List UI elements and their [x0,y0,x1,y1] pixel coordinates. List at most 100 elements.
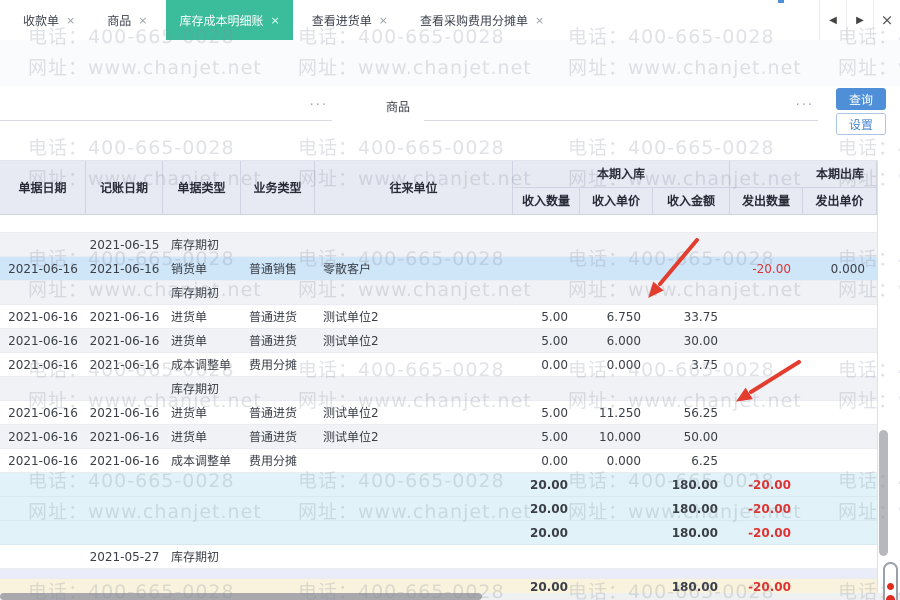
table-cell: 20.00 [530,501,568,516]
toolbar: 导出 刷新 [0,40,900,107]
table-cell: 测试单位2 [323,430,379,444]
table-cell: 成本调整单 [171,358,232,372]
tab-close-icon[interactable]: × [66,14,75,27]
table-cell: 0.000 [830,261,865,276]
table-row[interactable] [0,215,877,233]
table-cell [315,377,513,400]
product-filter-label: 商品 [386,100,411,114]
table-row[interactable]: 20.00 180.00 -20.00 [0,521,877,545]
table-row[interactable]: 2021-06-16 2021-06-16 进货单 普通进货 测试单位2 5.00 6.75… [0,305,877,329]
table-row[interactable]: 2021-06-16 2021-06-16 销货单 普通销售 零散客户 -20.00 0.0… [0,257,877,281]
table-cell: 普通进货 [249,310,298,324]
table-cell [653,233,730,256]
tabs-close-icon[interactable]: × [873,0,900,40]
table-cell: 普通进货 [249,334,298,348]
table-row[interactable]: 2021-06-16 2021-06-16 进货单 普通进货 测试单位2 5.00 11.2… [0,401,877,425]
table-cell [163,521,241,544]
table-cell [0,579,86,594]
settings-button[interactable]: 设置 [836,113,886,135]
table-cell [653,569,730,578]
tabs-scroll-left-icon[interactable]: ◀ [819,0,846,40]
table-cell: 2021-06-15 [89,237,160,252]
product-filter-input[interactable]: ··· [424,96,818,121]
tab-1[interactable]: 收款单 × [10,0,88,40]
table-row[interactable]: 库存期初 [0,377,877,401]
table-row[interactable]: 20.00 180.00 -20.00 [0,579,877,594]
tab-close-icon[interactable]: × [270,14,279,27]
table-cell [580,215,653,232]
table-cell [803,401,877,424]
table-cell: 180.00 [671,525,718,540]
table-cell: 2021-06-16 [8,357,78,372]
table-cell: 成本调整单 [171,454,232,468]
column-header: 发出数量 [730,187,803,214]
recording-indicator [883,562,898,600]
table-cell: -20.00 [748,477,791,492]
table-row[interactable]: 2021-06-16 2021-06-16 进货单 普通进货 测试单位2 5.00 10.0… [0,425,877,449]
table-cell [315,353,513,376]
table-cell: 进货单 [171,430,208,444]
column-header: 收入数量 [513,187,580,214]
tab-close-icon[interactable]: × [138,14,147,27]
table-cell: -20.00 [748,579,791,594]
table-row[interactable]: 2021-06-16 2021-06-16 进货单 普通进货 测试单位2 5.00 6.00… [0,329,877,353]
more-options-icon[interactable]: ··· [310,98,328,113]
tab-5[interactable]: 查看采购费用分摊单 × [407,0,557,40]
table-cell [0,215,86,232]
table-cell: 2021-05-27 [89,549,160,564]
table-row[interactable]: 库存期初 [0,281,877,305]
table-cell [0,281,86,304]
table-cell [315,579,513,594]
table-row[interactable]: 20.00 180.00 -20.00 [0,497,877,521]
table-row[interactable]: 2021-06-16 2021-06-16 成本调整单 费用分摊 0.00 0.000 6.… [0,449,877,473]
table-cell [241,579,315,594]
table-cell [315,497,513,520]
table-row[interactable]: 20.00 180.00 -20.00 [0,473,877,497]
table-cell [803,521,877,544]
table-cell: 10.000 [599,429,641,444]
table-row[interactable]: 2021-06-16 2021-06-16 成本调整单 费用分摊 0.00 0.000 3.… [0,353,877,377]
table-cell: 0.000 [606,357,641,372]
table-cell: 0.000 [606,453,641,468]
table-body: 2021-06-15 库存期初 2021-06-16 2021-06-16 销货单 普通销… [0,215,877,594]
table-cell: 5.00 [541,429,568,444]
table-row[interactable]: 2021-05-27 库存期初 [0,545,877,569]
table-row[interactable] [0,569,877,579]
table-row[interactable]: 2021-06-15 库存期初 [0,233,877,257]
table-cell: 库存期初 [171,286,220,300]
filter-bar: ··· 商品 ··· 查询 设置 [0,86,900,160]
table-cell [513,215,580,232]
horizontal-scrollbar-thumb[interactable] [0,593,482,600]
table-cell: 测试单位2 [323,310,379,324]
column-header: 单据类型 [163,161,241,214]
table-cell [580,473,653,496]
tab-3[interactable]: 库存成本明细账 × [166,0,293,40]
filter-input-1[interactable]: ··· [0,96,332,121]
table-cell: 11.250 [599,405,641,420]
table-cell [803,377,877,400]
table-cell: 进货单 [171,310,208,324]
tab-close-icon[interactable]: × [379,14,388,27]
table-cell: 2021-06-16 [89,261,160,276]
table-cell [803,305,877,328]
table-cell [241,497,315,520]
tab-4[interactable]: 查看进货单 × [299,0,401,40]
tabs-scroll-right-icon[interactable]: ▶ [846,0,873,40]
group-header-in: 本期入库 [513,161,730,188]
query-button[interactable]: 查询 [836,88,886,110]
table-cell [653,215,730,232]
vertical-scrollbar-thumb[interactable] [879,430,888,556]
more-options-icon[interactable]: ··· [796,98,814,113]
table-cell [730,215,803,232]
table-cell [580,579,653,594]
table-cell [653,545,730,568]
table-cell [803,473,877,496]
table-cell [803,353,877,376]
table-cell: 33.75 [683,309,718,324]
table-cell: 6.750 [606,309,641,324]
table-cell [241,473,315,496]
tab-2[interactable]: 商品 × [94,0,160,40]
table-cell [86,579,163,594]
table-cell [803,233,877,256]
tab-close-icon[interactable]: × [535,14,544,27]
